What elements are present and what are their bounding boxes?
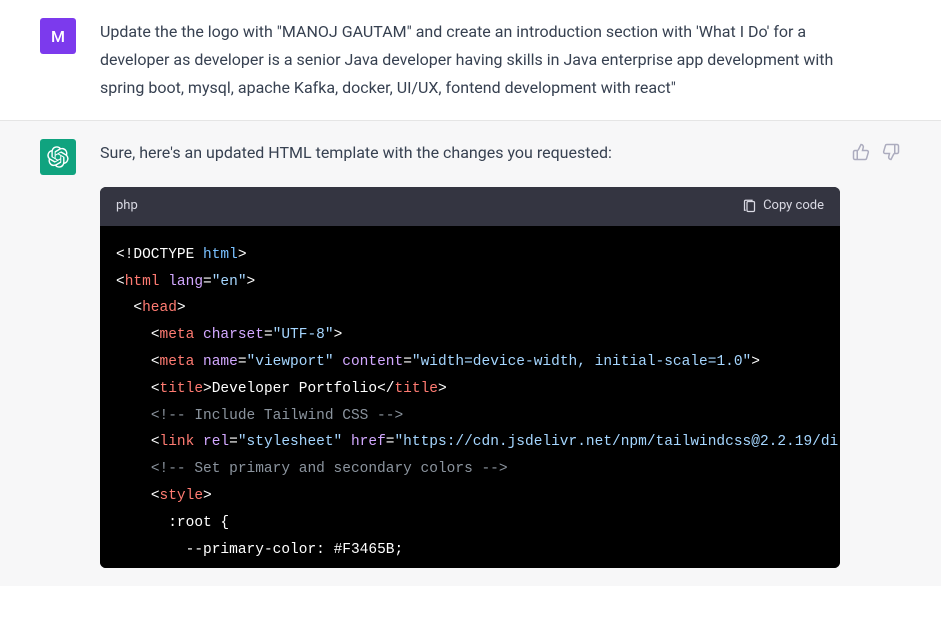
clipboard-icon (742, 199, 757, 214)
openai-logo-icon (47, 146, 69, 168)
assistant-message-row: Sure, here's an updated HTML template wi… (0, 121, 941, 586)
message-actions (852, 139, 904, 568)
code-language-label: php (116, 195, 138, 218)
code-block: php Copy code <!DOCTYPE html> <html lang… (100, 187, 840, 568)
assistant-content: Sure, here's an updated HTML template wi… (100, 139, 840, 568)
assistant-message-text: Sure, here's an updated HTML template wi… (100, 139, 840, 167)
user-message-row: M Update the the logo with "MANOJ GAUTAM… (0, 0, 941, 121)
code-body[interactable]: <!DOCTYPE html> <html lang="en"> <head> … (100, 226, 840, 568)
thumbs-up-button[interactable] (852, 143, 874, 165)
copy-code-button[interactable]: Copy code (742, 195, 824, 218)
assistant-avatar (40, 139, 76, 175)
copy-code-label: Copy code (763, 195, 824, 218)
thumbs-down-button[interactable] (882, 143, 904, 165)
thumbs-up-icon (852, 143, 870, 161)
code-header: php Copy code (100, 187, 840, 226)
user-message-text: Update the the logo with "MANOJ GAUTAM" … (100, 18, 840, 102)
user-avatar-letter: M (51, 27, 65, 46)
thumbs-down-icon (882, 143, 900, 161)
user-avatar: M (40, 18, 76, 54)
